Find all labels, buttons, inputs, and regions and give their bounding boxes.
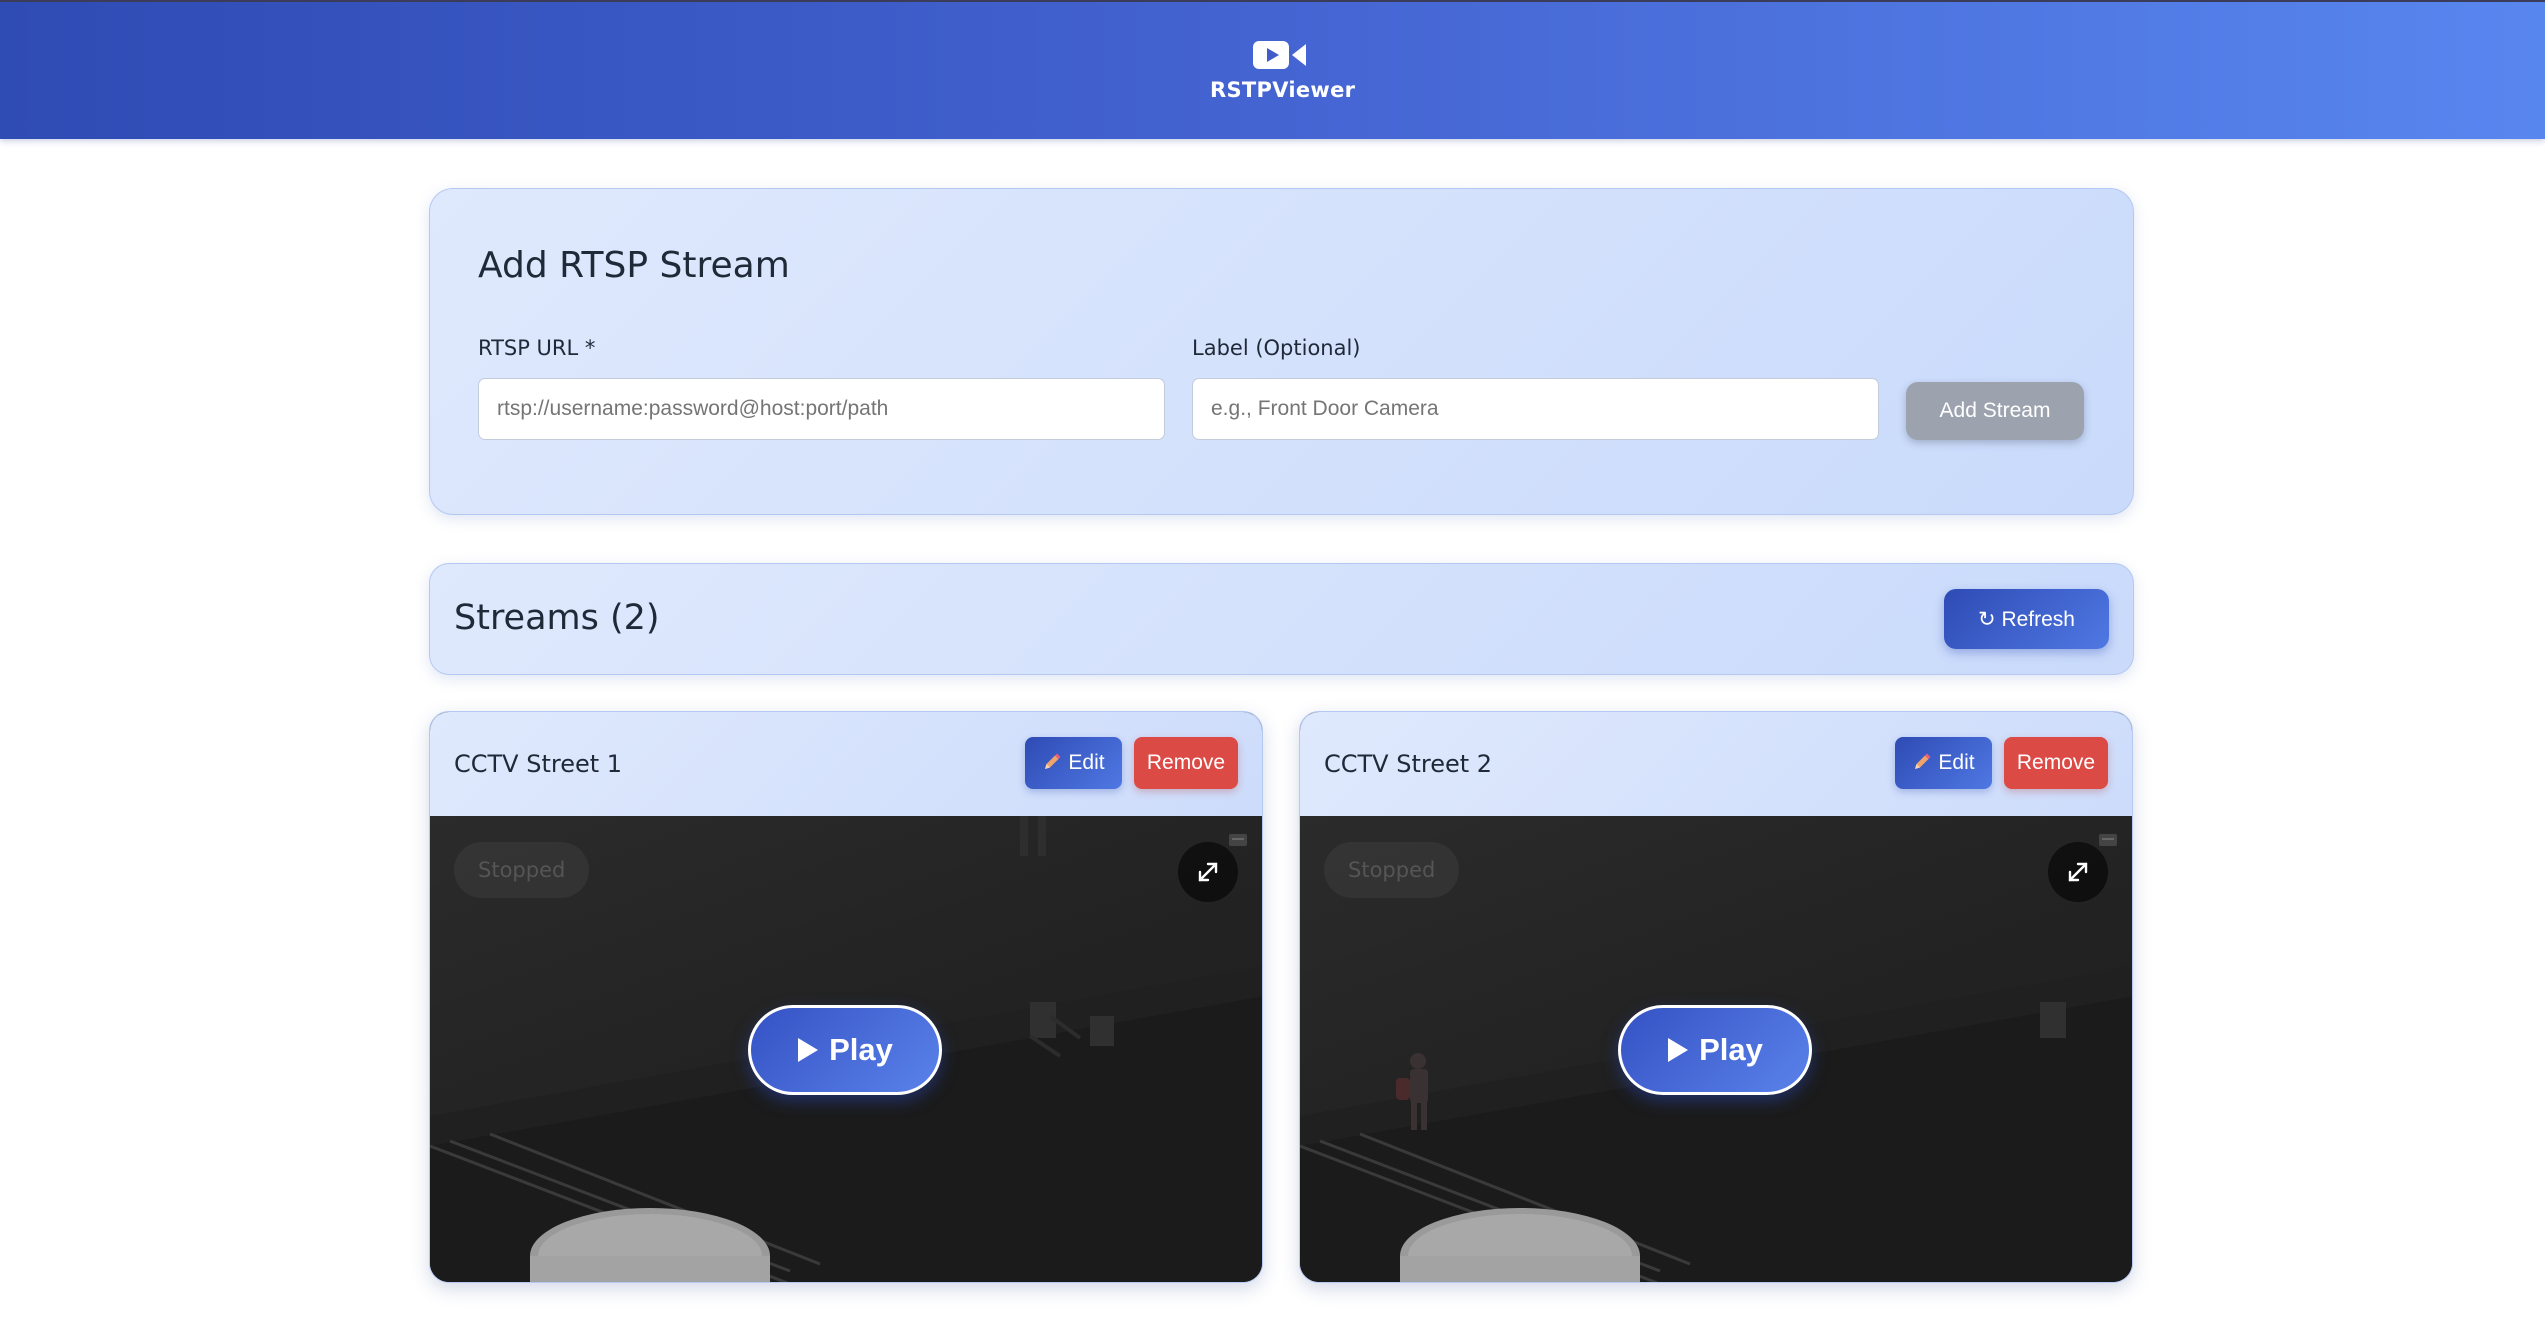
app-header: RSTPViewer	[0, 0, 2545, 139]
status-badge: Stopped	[454, 842, 590, 898]
remove-button[interactable]: Remove	[2004, 737, 2108, 789]
play-icon	[1668, 1038, 1689, 1062]
edit-label: Edit	[1938, 751, 1975, 774]
pencil-icon	[1915, 753, 1931, 769]
add-stream-card: Add RTSP Stream RTSP URL * Label (Option…	[429, 188, 2134, 515]
play-icon	[798, 1038, 819, 1062]
add-stream-title: Add RTSP Stream	[478, 245, 790, 286]
pencil-icon	[1045, 753, 1061, 769]
stream-card-header: CCTV Street 1 Edit Remove	[430, 712, 1262, 816]
rtsp-url-label: RTSP URL *	[478, 336, 596, 360]
edit-button[interactable]: Edit	[1895, 737, 1992, 789]
status-badge: Stopped	[1324, 842, 1460, 898]
play-button[interactable]: Play	[748, 1005, 942, 1095]
stream-label-label: Label (Optional)	[1192, 336, 1361, 360]
stream-card: CCTV Street 2 Edit Remove Stopped Play	[1299, 711, 2133, 1283]
streams-header-card: Streams (2) ↻ Refresh	[429, 563, 2134, 675]
fullscreen-button[interactable]	[2048, 842, 2108, 902]
app-name: RSTPViewer	[1210, 78, 1356, 102]
brand[interactable]: RSTPViewer	[1210, 38, 1356, 102]
video-camera-icon	[1253, 41, 1306, 69]
fullscreen-button[interactable]	[1178, 842, 1238, 902]
stream-card: CCTV Street 1 Edit Remove Stopped Play	[429, 711, 1263, 1283]
stream-name: CCTV Street 2	[1324, 750, 1493, 778]
expand-icon	[2068, 862, 2088, 882]
play-label: Play	[1699, 1032, 1763, 1067]
play-label: Play	[829, 1032, 893, 1067]
caption-icon	[1229, 834, 1247, 846]
expand-icon	[1198, 862, 1218, 882]
caption-icon	[2099, 834, 2117, 846]
add-stream-button[interactable]: Add Stream	[1906, 382, 2084, 440]
remove-button[interactable]: Remove	[1134, 737, 1238, 789]
stream-name: CCTV Street 1	[454, 750, 623, 778]
edit-button[interactable]: Edit	[1025, 737, 1122, 789]
play-button[interactable]: Play	[1618, 1005, 1812, 1095]
video-player[interactable]: Stopped Play	[1300, 816, 2132, 1282]
refresh-button[interactable]: ↻ Refresh	[1944, 589, 2109, 649]
stream-card-header: CCTV Street 2 Edit Remove	[1300, 712, 2132, 816]
edit-label: Edit	[1068, 751, 1105, 774]
stream-label-input[interactable]	[1192, 378, 1879, 440]
video-player[interactable]: Stopped Play	[430, 816, 1262, 1282]
streams-title: Streams (2)	[454, 598, 660, 638]
rtsp-url-input[interactable]	[478, 378, 1165, 440]
